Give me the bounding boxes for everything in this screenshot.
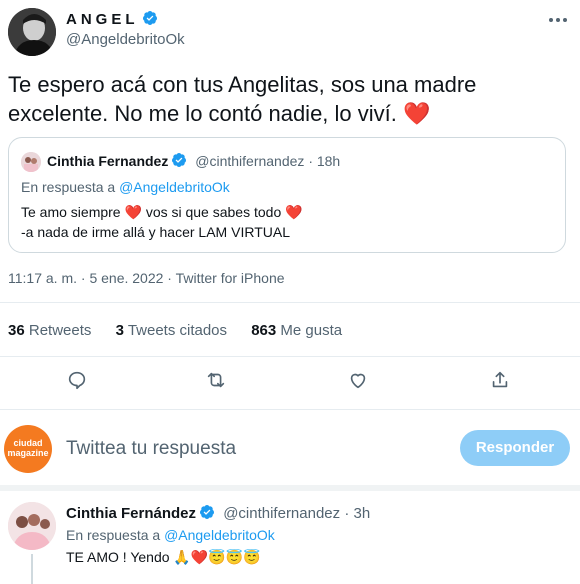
share-icon[interactable] — [489, 369, 511, 391]
verified-badge-icon — [142, 11, 157, 25]
angel-avatar[interactable] — [8, 8, 56, 56]
divider — [0, 302, 580, 303]
reply-context: En respuesta a @AngeldebritoOk — [66, 527, 275, 543]
author-handle[interactable]: @AngeldebritoOk — [66, 31, 185, 48]
quoted-author: Cinthia Fernandez @cinthifernandez · 18h — [47, 152, 340, 169]
author-display-name[interactable]: ANGEL — [66, 10, 158, 28]
quoted-age: · 18h — [308, 153, 341, 169]
avatar-text-1: ciudad — [13, 438, 43, 448]
reply-emojis: 🙏❤️😇😇😇 — [173, 549, 261, 565]
tweet-stats: 36 Retweets 3 Tweets citados 863 Me gust… — [8, 322, 342, 339]
heart-emoji: ❤️ — [403, 101, 431, 126]
quoted-line-1: Te amo siempre ❤️ vos si que sabes todo … — [21, 204, 303, 220]
reply-handle: @cinthifernandez — [223, 505, 341, 522]
likes-stat[interactable]: 863 Me gusta — [251, 322, 342, 339]
reply-text: TE AMO ! Yendo 🙏❤️😇😇😇 — [66, 549, 261, 565]
reply-input[interactable]: Twittea tu respuesta — [66, 438, 426, 460]
reply-age: · 3h — [344, 505, 371, 522]
like-icon[interactable] — [347, 369, 369, 391]
avatar-text-2: magazine — [7, 448, 49, 458]
quoted-reply-context: En respuesta a @AngeldebritoOk — [21, 179, 230, 195]
heart-emoji: ❤️ — [124, 204, 142, 220]
reply-author[interactable]: Cinthia Fernández @cinthifernandez · 3h — [66, 504, 370, 522]
quoted-text: Te amo siempre ❤️ vos si que sabes todo … — [21, 202, 303, 242]
quoted-tweet-card[interactable]: Cinthia Fernandez @cinthifernandez · 18h… — [8, 137, 566, 253]
reply-icon[interactable] — [66, 369, 88, 391]
thread-line — [31, 554, 33, 584]
cinthia-avatar[interactable] — [8, 502, 56, 550]
more-options-icon[interactable] — [548, 12, 568, 22]
divider — [0, 485, 580, 491]
reply-button[interactable]: Responder — [460, 430, 570, 466]
retweets-stat[interactable]: 36 Retweets — [8, 322, 91, 339]
divider — [0, 409, 580, 410]
tweet-text: Te espero acá con tus Angelitas, sos una… — [8, 70, 508, 128]
reply-context-link[interactable]: @AngeldebritoOk — [164, 527, 275, 543]
reply-action-row — [66, 578, 546, 584]
quotes-stat[interactable]: 3 Tweets citados — [116, 322, 227, 339]
verified-badge-icon — [200, 505, 215, 519]
user-avatar[interactable]: ciudad magazine — [4, 425, 52, 473]
quoted-display-name: Cinthia Fernandez — [47, 153, 169, 169]
divider — [0, 356, 580, 357]
quoted-line-2: -a nada de irme allá y hacer LAM VIRTUAL — [21, 224, 290, 240]
quoted-reply-link[interactable]: @AngeldebritoOk — [119, 179, 230, 195]
retweet-icon[interactable] — [205, 369, 227, 391]
verified-badge-icon — [172, 153, 187, 167]
heart-emoji: ❤️ — [285, 204, 303, 220]
cinthia-avatar-small — [21, 152, 41, 172]
reply-display-name: Cinthia Fernández — [66, 505, 197, 522]
quoted-handle: @cinthifernandez — [195, 153, 305, 169]
tweet-timestamp[interactable]: 11:17 a. m. · 5 ene. 2022 · Twitter for … — [8, 270, 285, 286]
